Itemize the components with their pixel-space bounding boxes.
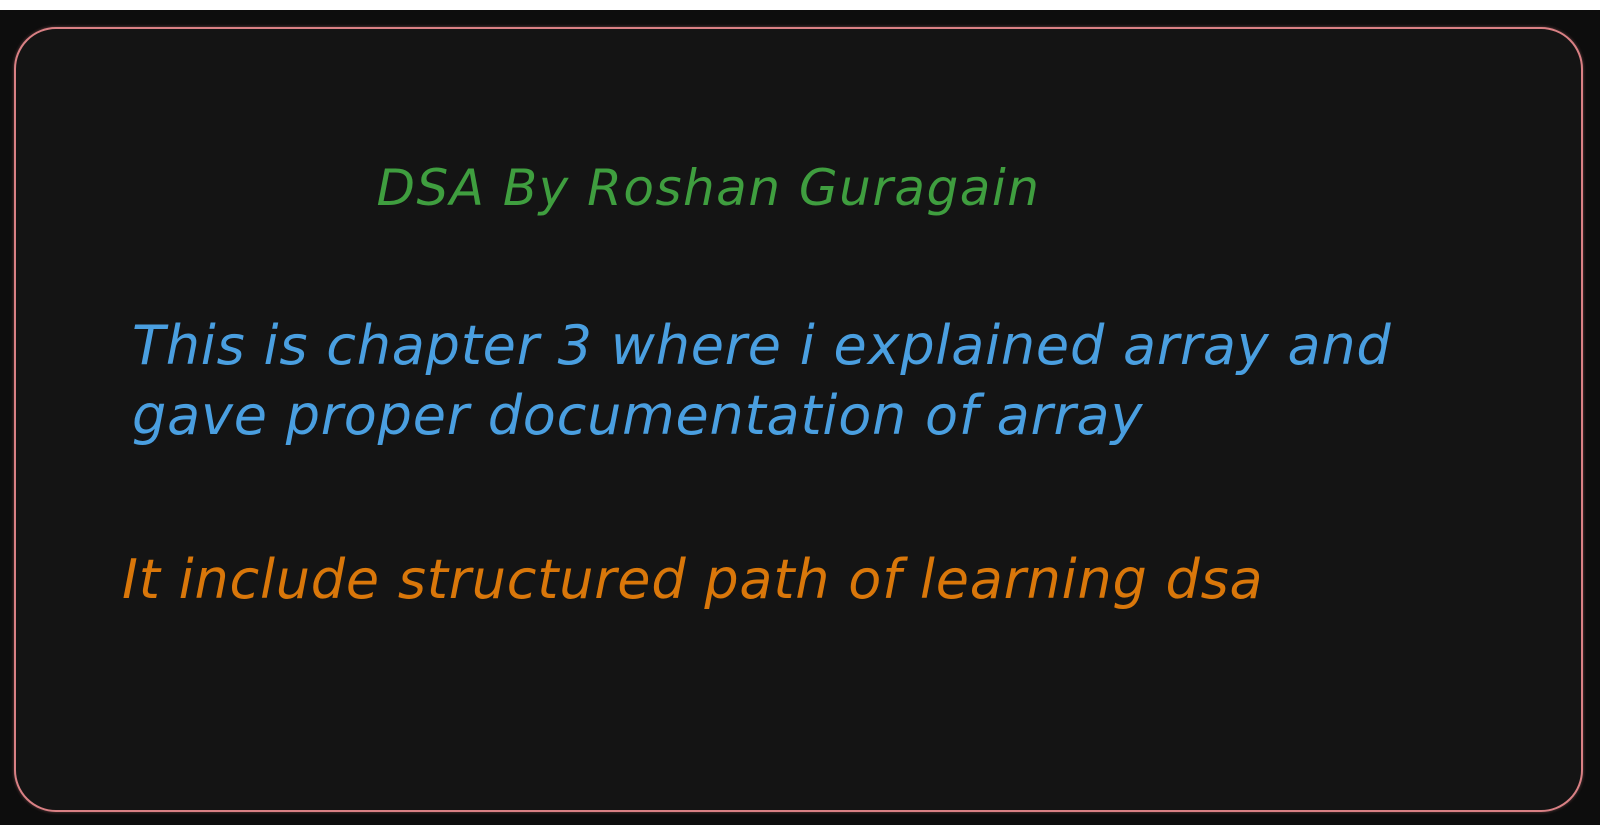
blue-note-paragraph: This is chapter 3 where i explained arra…	[132, 311, 1472, 451]
blue-note-line-2: gave proper documentation of array	[132, 384, 1144, 447]
card-content-area: DSA By Roshan Guragain This is chapter 3…	[16, 29, 1581, 810]
orange-note-line-1: It include structured path of learning d…	[122, 548, 1264, 611]
orange-note-paragraph: It include structured path of learning d…	[122, 545, 1462, 615]
page-title: DSA By Roshan Guragain	[376, 159, 1041, 217]
title-row: DSA By Roshan Guragain	[16, 157, 1581, 219]
blue-note-line-1: This is chapter 3 where i explained arra…	[132, 314, 1392, 377]
bottom-margin-strip	[0, 825, 1600, 840]
top-margin-strip	[0, 0, 1600, 10]
slide-canvas: DSA By Roshan Guragain This is chapter 3…	[0, 0, 1600, 840]
rounded-note-card[interactable]: DSA By Roshan Guragain This is chapter 3…	[14, 27, 1583, 812]
